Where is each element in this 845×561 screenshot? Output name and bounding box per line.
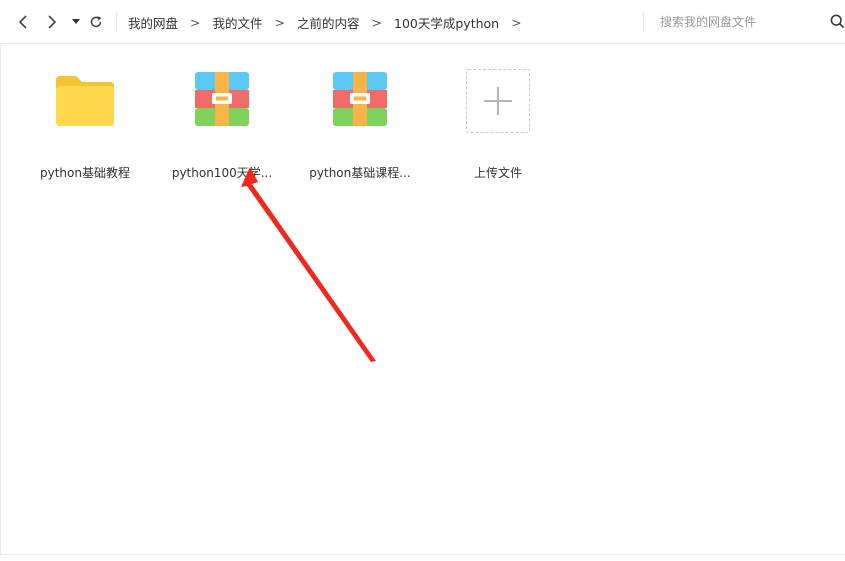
folder-icon [56, 76, 114, 126]
history-dropdown-button[interactable] [66, 12, 86, 32]
file-name: python100天学... [171, 166, 273, 180]
archive-icon [333, 72, 387, 126]
file-item-archive[interactable]: python100天学... [162, 64, 282, 180]
upload-label: 上传文件 [473, 166, 522, 180]
back-button[interactable] [13, 12, 33, 32]
upload-file-tile[interactable]: 上传文件 [438, 64, 558, 180]
breadcrumb-item-previous-content[interactable]: 之前的内容 [297, 13, 360, 32]
forward-button[interactable] [42, 12, 62, 32]
bottom-border [0, 554, 845, 555]
refresh-icon [90, 16, 102, 28]
file-name: python基础课程... [309, 166, 411, 180]
chevron-right-icon [48, 15, 57, 29]
file-item-archive[interactable]: python基础课程... [300, 64, 420, 180]
search-input[interactable] [660, 13, 820, 31]
plus-icon [484, 87, 512, 115]
upload-box[interactable] [466, 69, 530, 133]
refresh-button[interactable] [86, 12, 106, 32]
file-name: python基础教程 [40, 166, 130, 180]
toolbar-divider [116, 12, 117, 32]
chevron-left-icon [18, 15, 27, 29]
breadcrumb-item-my-drive[interactable]: 我的网盘 [128, 13, 178, 32]
toolbar: 我的网盘 > 我的文件 > 之前的内容 > 100天学成python > [0, 0, 845, 44]
archive-icon [195, 72, 249, 126]
caret-down-icon [72, 19, 80, 24]
search-box [643, 12, 845, 32]
file-grid: python基础教程 python100天学... python基础课程... [0, 44, 845, 554]
breadcrumb-item-current-folder[interactable]: 100天学成python [394, 13, 499, 32]
search-icon[interactable] [830, 14, 845, 29]
file-item-folder[interactable]: python基础教程 [25, 64, 145, 180]
breadcrumb-item-my-files[interactable]: 我的文件 [213, 13, 263, 32]
breadcrumb-separator: > [274, 14, 285, 30]
breadcrumb-separator: > [371, 14, 382, 30]
breadcrumb: 我的网盘 > 我的文件 > 之前的内容 > 100天学成python > [128, 0, 534, 44]
breadcrumb-separator: > [511, 14, 522, 30]
breadcrumb-separator: > [190, 14, 201, 30]
